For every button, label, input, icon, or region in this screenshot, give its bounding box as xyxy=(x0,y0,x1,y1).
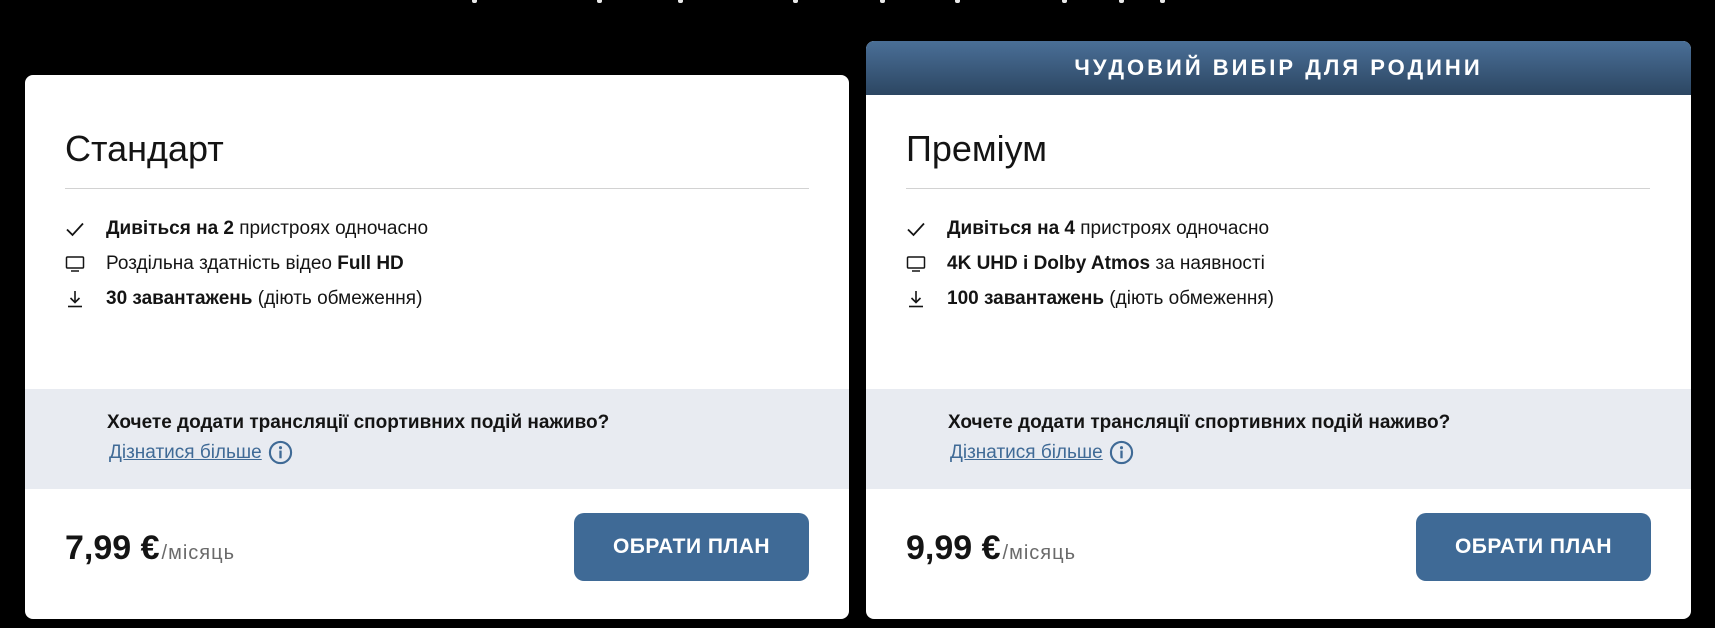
feature-item-devices: Дивіться на 2 пристроях одночасно xyxy=(65,211,809,246)
feature-item-devices: Дивіться на 4 пристроях одночасно xyxy=(906,211,1651,246)
text-fragment xyxy=(678,0,683,3)
feature-list: Дивіться на 2 пристроях одночасно Розділ… xyxy=(65,211,809,316)
cut-off-text-strip xyxy=(0,0,1715,10)
feature-text: 100 завантажень (діють обмеження) xyxy=(947,287,1274,309)
plan-price: 7,99 € /місяць xyxy=(65,529,235,568)
feature-text: Роздільна здатність відео Full HD xyxy=(106,252,404,274)
check-icon xyxy=(65,219,85,239)
info-icon[interactable] xyxy=(1109,440,1134,465)
feature-item-resolution: Роздільна здатність відео Full HD xyxy=(65,246,809,281)
text-fragment xyxy=(1119,0,1124,3)
feature-item-downloads: 100 завантажень (діють обмеження) xyxy=(906,281,1651,316)
info-icon[interactable] xyxy=(268,440,293,465)
learn-more-link[interactable]: Дізнатися більше xyxy=(950,440,1134,465)
sports-question: Хочете додати трансляції спортивних поді… xyxy=(948,412,1451,433)
feature-text: Дивіться на 4 пристроях одночасно xyxy=(947,217,1270,239)
feature-item-downloads: 30 завантажень (діють обмеження) xyxy=(65,281,809,316)
plan-card-premium[interactable]: ЧУДОВИЙ ВИБІР ДЛЯ РОДИНИ Преміум Дивітьс… xyxy=(866,41,1691,619)
sports-question: Хочете додати трансляції спортивних поді… xyxy=(107,412,610,433)
learn-more-label: Дізнатися більше xyxy=(109,441,262,463)
learn-more-link[interactable]: Дізнатися більше xyxy=(109,440,293,465)
divider xyxy=(65,188,809,189)
feature-list: Дивіться на 4 пристроях одночасно 4K UHD… xyxy=(906,211,1651,316)
price-period: /місяць xyxy=(161,542,235,564)
sports-addon-band: Хочете додати трансляції спортивних поді… xyxy=(866,389,1691,489)
price-amount: 7,99 € xyxy=(65,529,160,567)
price-amount: 9,99 € xyxy=(906,529,1001,567)
text-fragment xyxy=(1062,0,1067,3)
price-period: /місяць xyxy=(1002,542,1076,564)
download-icon xyxy=(65,289,85,309)
text-fragment xyxy=(955,0,960,3)
monitor-icon xyxy=(906,254,926,274)
text-fragment xyxy=(597,0,602,3)
plan-selection-page: Стандарт Дивіться на 2 пристроях одночас… xyxy=(0,0,1715,628)
plan-footer: 9,99 € /місяць ОБРАТИ ПЛАН xyxy=(906,513,1651,581)
feature-item-resolution: 4K UHD і Dolby Atmos за наявності xyxy=(906,246,1651,281)
plan-title: Стандарт xyxy=(65,128,224,169)
check-icon xyxy=(906,219,926,239)
monitor-icon xyxy=(65,254,85,274)
plan-title: Преміум xyxy=(906,128,1048,169)
text-fragment xyxy=(472,0,477,3)
divider xyxy=(906,188,1650,189)
text-fragment xyxy=(1160,0,1165,3)
select-plan-button[interactable]: ОБРАТИ ПЛАН xyxy=(1416,513,1651,581)
plan-card-body: Стандарт Дивіться на 2 пристроях одночас… xyxy=(25,75,849,316)
learn-more-label: Дізнатися більше xyxy=(950,441,1103,463)
download-icon xyxy=(906,289,926,309)
select-plan-button[interactable]: ОБРАТИ ПЛАН xyxy=(574,513,809,581)
feature-text: 30 завантажень (діють обмеження) xyxy=(106,287,423,309)
plan-card-standard[interactable]: Стандарт Дивіться на 2 пристроях одночас… xyxy=(25,75,849,619)
plan-footer: 7,99 € /місяць ОБРАТИ ПЛАН xyxy=(65,513,809,581)
sports-addon-band: Хочете додати трансляції спортивних поді… xyxy=(25,389,849,489)
text-fragment xyxy=(793,0,798,3)
feature-text: Дивіться на 2 пристроях одночасно xyxy=(106,217,429,239)
text-fragment xyxy=(880,0,885,3)
plan-price: 9,99 € /місяць xyxy=(906,529,1076,568)
plan-card-body: Преміум Дивіться на 4 пристроях одночасн… xyxy=(866,95,1691,316)
plan-banner: ЧУДОВИЙ ВИБІР ДЛЯ РОДИНИ xyxy=(866,41,1691,95)
feature-text: 4K UHD і Dolby Atmos за наявності xyxy=(947,252,1265,274)
